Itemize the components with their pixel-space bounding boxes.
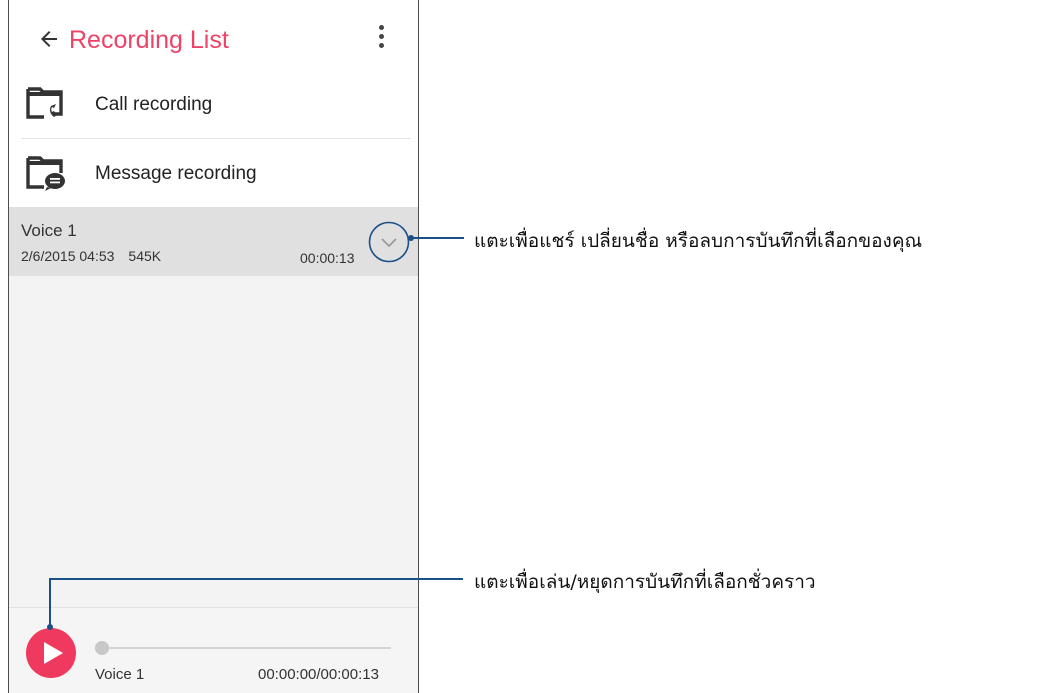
player-time: 00:00:00/00:00:13 [258,666,379,683]
recording-name: Voice 1 [21,221,77,240]
call-folder-icon [26,87,63,119]
message-folder-icon [26,156,65,191]
callout-line [411,237,464,239]
folder-message-recording[interactable]: Message recording [9,139,418,207]
folder-label: Message recording [95,163,257,184]
folder-call-recording[interactable]: Call recording [9,72,418,140]
callout-line [49,578,463,580]
recording-duration: 00:00:13 [300,250,355,266]
arrow-left-icon[interactable] [37,27,61,51]
play-button[interactable] [26,628,76,678]
recording-list: Voice 1 2/6/2015 04:53 545K 00:00:13 [9,207,418,607]
callout-dot [47,624,53,630]
callout-line [49,578,51,628]
page-title: Recording List [69,26,229,54]
play-icon [44,642,63,664]
chevron-down-icon[interactable] [368,221,410,263]
folder-label: Call recording [95,94,213,115]
seek-bar[interactable] [101,647,391,649]
recording-size: 545K [128,248,162,264]
audio-player: Voice 1 00:00:00/00:00:13 [9,607,418,693]
recording-meta: 2/6/2015 04:53 545K [21,248,161,264]
app-bar: Recording List [9,0,418,72]
more-vert-icon[interactable] [377,25,385,53]
phone-screen: Recording List Call recording Message re… [8,0,419,693]
list-item[interactable]: Voice 1 2/6/2015 04:53 545K 00:00:13 [9,207,418,276]
callout-play-text: แตะเพื่อเล่น/หยุดการบันทึกที่เลือกชั่วคร… [474,571,816,593]
callout-expand-text: แตะเพื่อแชร์ เปลี่ยนชื่อ หรือลบการบันทึก… [474,230,923,252]
seek-handle[interactable] [95,641,109,655]
player-track-name: Voice 1 [95,666,145,683]
recording-date: 2/6/2015 04:53 [21,248,115,264]
